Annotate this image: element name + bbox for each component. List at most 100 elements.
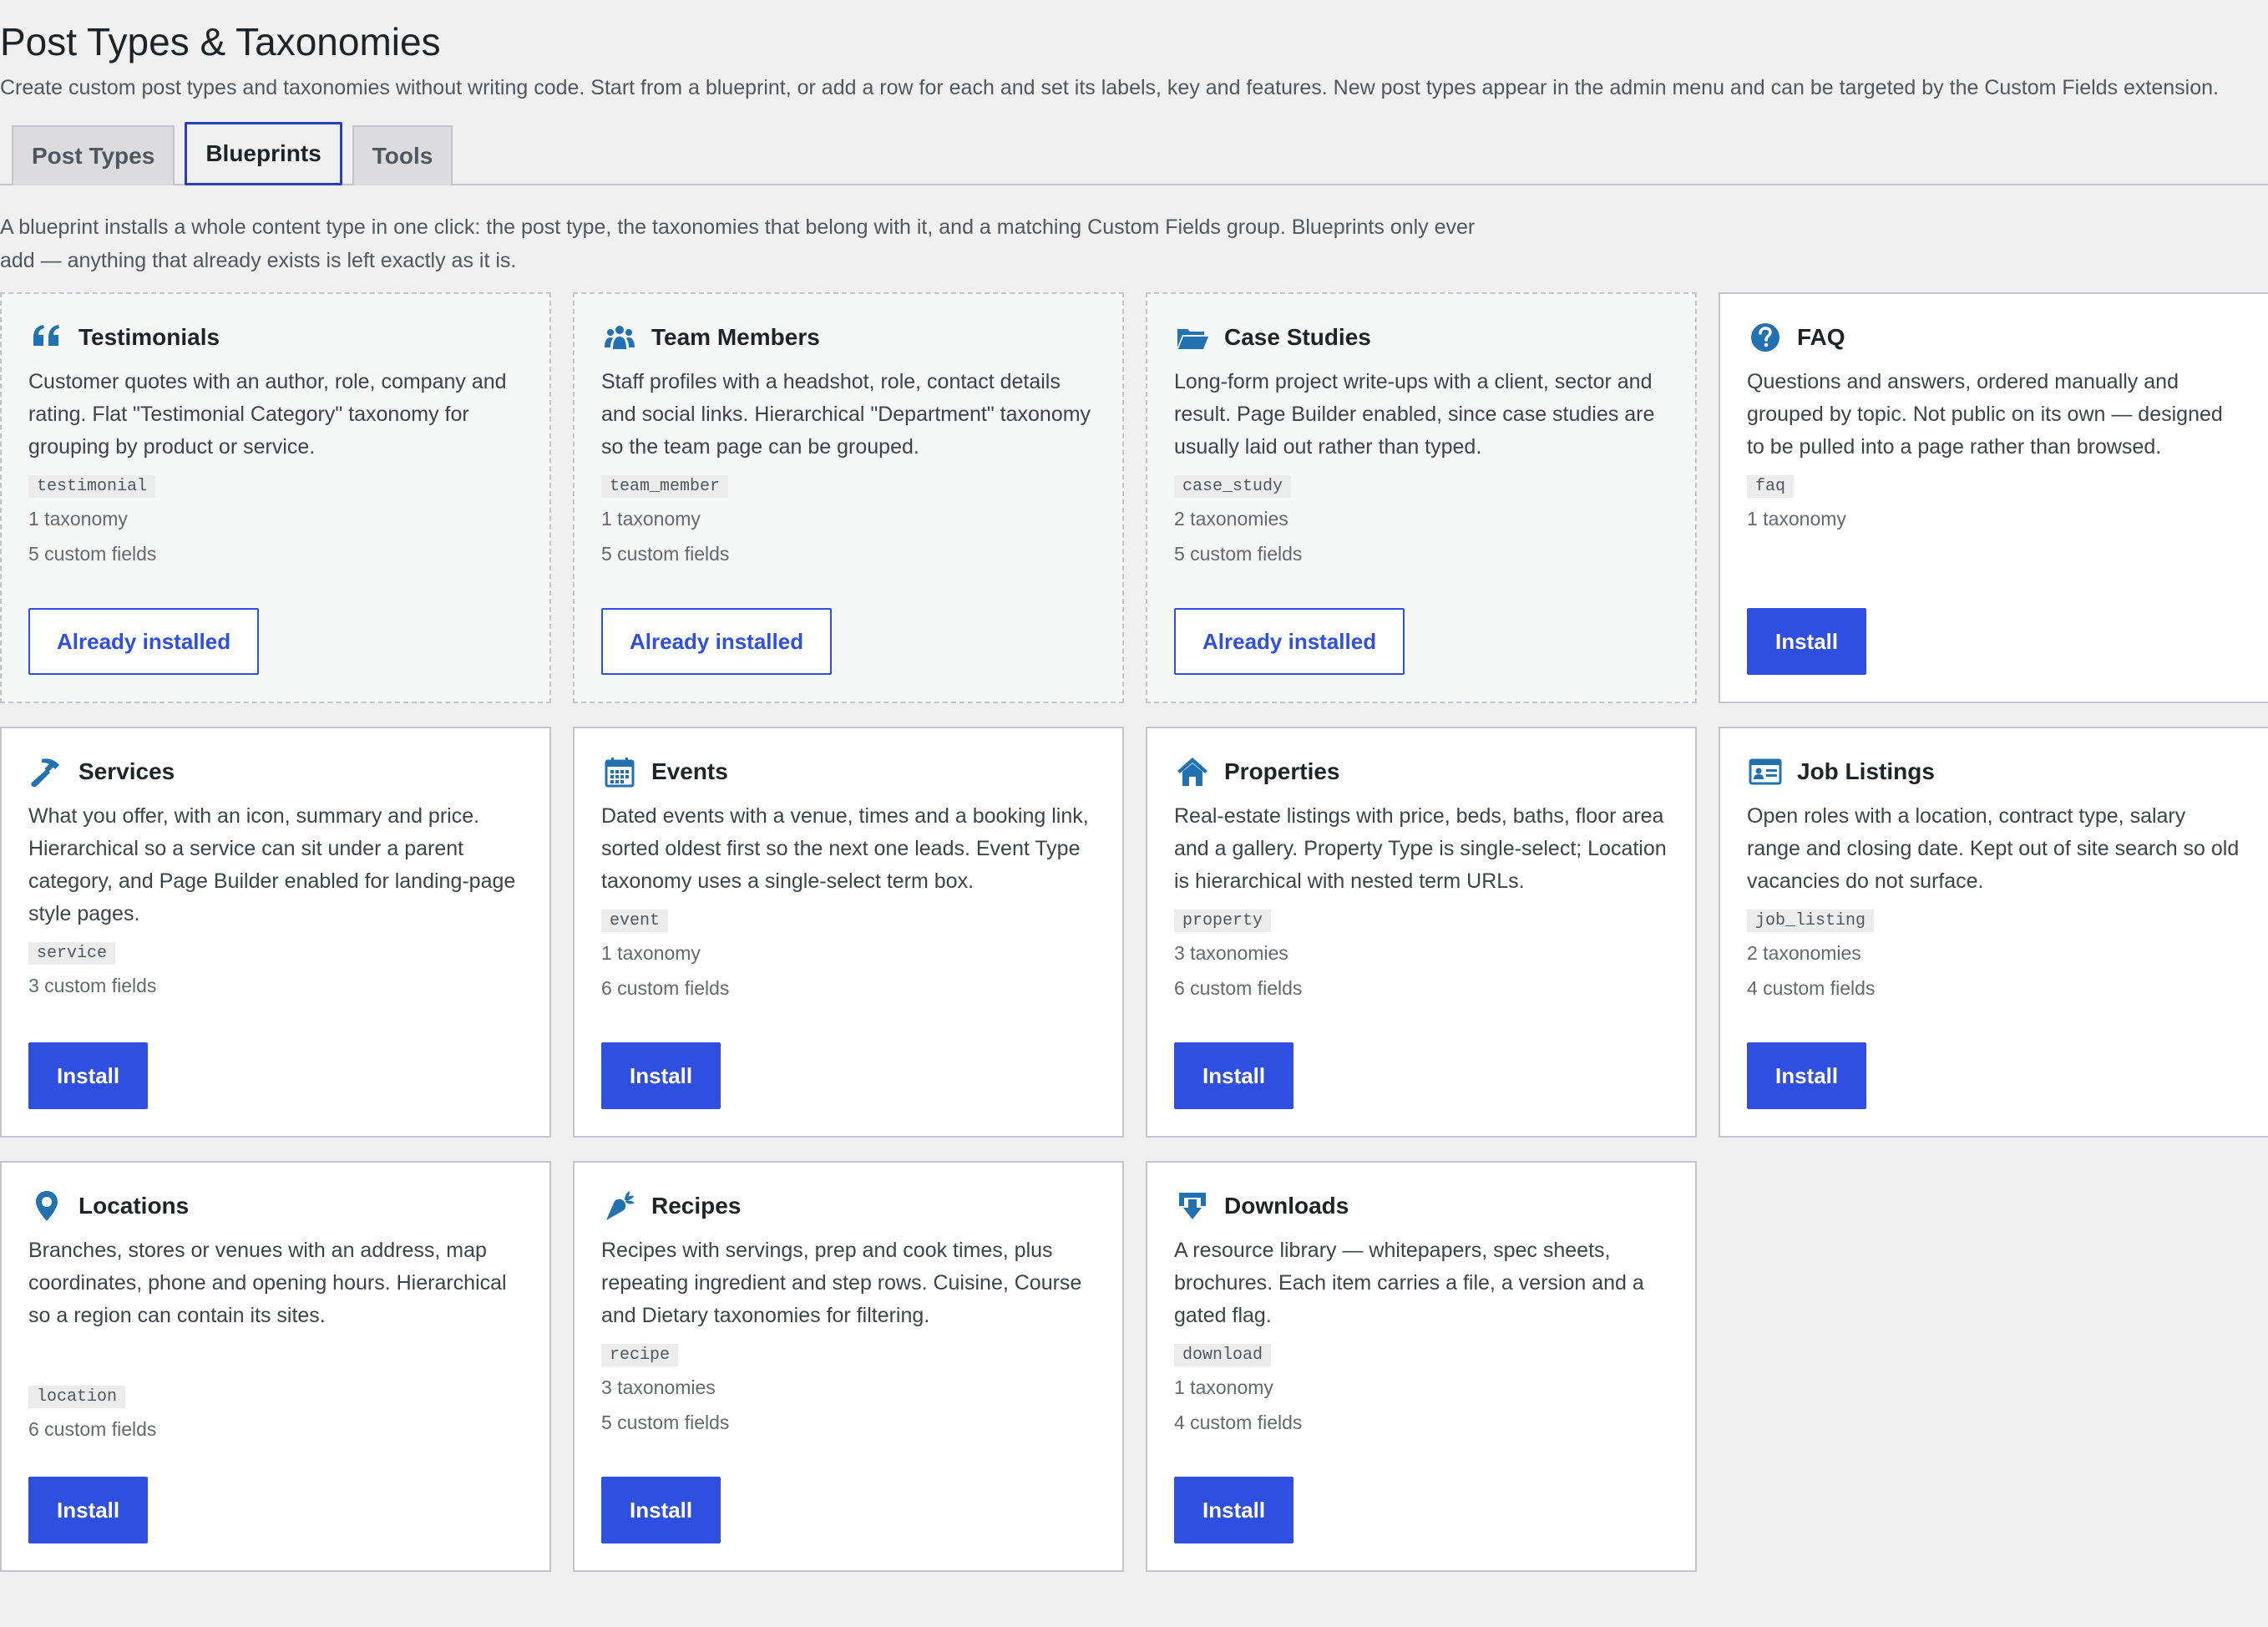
card-header: Case Studies: [1174, 319, 1668, 356]
card-title: Events: [651, 758, 728, 784]
tab-blueprints[interactable]: Blueprints: [185, 122, 342, 185]
post-type-slug: faq: [1747, 475, 1795, 498]
blueprint-card-properties: Properties Real-estate listings with pri…: [1146, 727, 1697, 1138]
card-title: Locations: [78, 1193, 190, 1219]
card-title: Downloads: [1224, 1193, 1349, 1219]
blueprint-card-downloads: Downloads A resource library — whitepape…: [1146, 1161, 1697, 1572]
page-title: Post Types & Taxonomies: [0, 20, 441, 63]
card-header: Locations: [28, 1188, 523, 1224]
field-count: 5 custom fields: [601, 1412, 730, 1433]
post-type-slug: recipe: [601, 1344, 679, 1366]
download-icon: [1174, 1188, 1211, 1224]
carrot-icon: [601, 1188, 638, 1224]
taxonomy-count: 3 taxonomies: [601, 1376, 716, 1398]
post-type-slug: location: [28, 1386, 126, 1408]
taxonomy-count: 1 taxonomy: [1174, 1376, 1273, 1398]
install-button[interactable]: Install: [601, 1042, 721, 1109]
blueprint-card-team-members: Team Members Staff profiles with a heads…: [573, 292, 1124, 703]
blueprint-card-events: Events Dated events with a venue, times …: [573, 727, 1124, 1138]
page-description: Create custom post types and taxonomies …: [0, 76, 2219, 99]
page-wrap: Post Types & Taxonomies Create custom po…: [0, 0, 2268, 1572]
field-count: 3 custom fields: [28, 975, 157, 996]
card-description: What you offer, with an icon, summary an…: [28, 804, 516, 925]
field-count: 4 custom fields: [1747, 977, 1876, 999]
card-title: Team Members: [651, 324, 820, 350]
house-icon: [1174, 753, 1211, 790]
field-count: 5 custom fields: [1174, 543, 1303, 565]
already-installed-button[interactable]: Already installed: [1174, 608, 1405, 675]
blueprint-card-job-listings: Job Listings Open roles with a location,…: [1719, 727, 2268, 1138]
taxonomy-count: 1 taxonomy: [28, 508, 128, 530]
taxonomy-count: 2 taxonomies: [1174, 508, 1288, 530]
install-button[interactable]: Install: [1747, 1042, 1867, 1109]
card-header: Team Members: [601, 319, 1096, 356]
post-type-slug: team_member: [601, 475, 729, 498]
field-count: 6 custom fields: [601, 977, 730, 999]
tab-tools[interactable]: Tools: [352, 125, 453, 185]
taxonomy-count: 1 taxonomy: [601, 942, 701, 964]
card-description: Branches, stores or venues with an addre…: [28, 1239, 507, 1327]
field-count: 4 custom fields: [1174, 1412, 1303, 1433]
card-title: Recipes: [651, 1193, 742, 1219]
card-description: Recipes with servings, prep and cook tim…: [601, 1239, 1082, 1327]
post-type-slug: job_listing: [1747, 910, 1875, 932]
pin-icon: [28, 1188, 65, 1224]
field-count: 5 custom fields: [601, 543, 730, 565]
card-description: Staff profiles with a headshot, role, co…: [601, 370, 1091, 459]
team-icon: [601, 319, 638, 356]
card-description: Dated events with a venue, times and a b…: [601, 804, 1089, 893]
card-title: FAQ: [1797, 324, 1845, 350]
card-title: Testimonials: [78, 324, 220, 350]
post-type-slug: event: [601, 910, 669, 932]
blueprint-card-testimonials: Testimonials Customer quotes with an aut…: [0, 292, 551, 703]
card-header: Job Listings: [1747, 753, 2241, 790]
post-type-slug: download: [1174, 1344, 1272, 1366]
question-icon: [1747, 319, 1784, 356]
card-header: Downloads: [1174, 1188, 1668, 1224]
card-title: Properties: [1224, 758, 1340, 784]
card-description: Long-form project write-ups with a clien…: [1174, 370, 1655, 459]
card-header: Properties: [1174, 753, 1668, 790]
hammer-icon: [28, 753, 65, 790]
already-installed-button[interactable]: Already installed: [601, 608, 833, 675]
taxonomy-count: 1 taxonomy: [601, 508, 701, 530]
field-count: 6 custom fields: [1174, 977, 1303, 999]
card-header: Recipes: [601, 1188, 1096, 1224]
field-count: 6 custom fields: [28, 1418, 157, 1440]
card-title: Job Listings: [1797, 758, 1935, 784]
already-installed-button[interactable]: Already installed: [28, 608, 260, 675]
quote-icon: [28, 319, 65, 356]
card-title: Case Studies: [1224, 324, 1371, 350]
post-type-slug: property: [1174, 910, 1272, 932]
tab-bar: Post Types Blueprints Tools: [0, 122, 2268, 185]
card-title: Services: [78, 758, 175, 784]
blueprint-card-faq: FAQ Questions and answers, ordered manua…: [1719, 292, 2268, 703]
field-count: 5 custom fields: [28, 543, 157, 565]
card-description: Open roles with a location, contract typ…: [1747, 804, 2240, 893]
taxonomy-count: 3 taxonomies: [1174, 942, 1288, 964]
taxonomy-count: 2 taxonomies: [1747, 942, 1861, 964]
card-description: A resource library — whitepapers, spec s…: [1174, 1239, 1644, 1327]
calendar-icon: [601, 753, 638, 790]
id-card-icon: [1747, 753, 1784, 790]
post-type-slug: case_study: [1174, 475, 1292, 498]
blueprint-card-services: Services What you offer, with an icon, s…: [0, 727, 551, 1138]
post-type-slug: service: [28, 942, 116, 965]
install-button[interactable]: Install: [1174, 1477, 1294, 1543]
install-button[interactable]: Install: [28, 1477, 149, 1543]
tab-post-types[interactable]: Post Types: [12, 125, 175, 185]
blueprint-card-recipes: Recipes Recipes with servings, prep and …: [573, 1161, 1124, 1572]
card-description: Customer quotes with an author, role, co…: [28, 370, 507, 459]
install-button[interactable]: Install: [1174, 1042, 1294, 1109]
taxonomy-count: 1 taxonomy: [1747, 508, 1846, 530]
install-button[interactable]: Install: [28, 1042, 149, 1109]
blueprint-card-locations: Locations Branches, stores or venues wit…: [0, 1161, 551, 1572]
install-button[interactable]: Install: [601, 1477, 721, 1543]
install-button[interactable]: Install: [1747, 608, 1867, 675]
card-description: Questions and answers, ordered manually …: [1747, 370, 2223, 459]
card-header: Testimonials: [28, 319, 523, 356]
card-header: FAQ: [1747, 319, 2241, 356]
card-header: Services: [28, 753, 523, 790]
card-description: Real-estate listings with price, beds, b…: [1174, 804, 1667, 893]
blueprints-intro: A blueprint installs a whole content typ…: [0, 215, 1476, 272]
